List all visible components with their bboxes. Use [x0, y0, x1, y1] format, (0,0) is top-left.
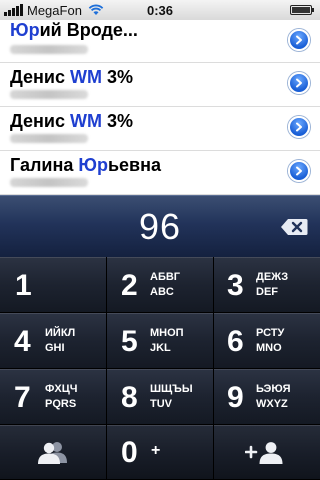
disclosure-arrow-icon[interactable] — [288, 160, 310, 182]
disclosure-arrow-icon[interactable] — [288, 116, 310, 138]
contact-results-list: Юрий Вроде... Денис WM 3% Денис WM 3% Га… — [0, 20, 320, 195]
key-3[interactable]: 3 ДЕЖЗ DEF — [214, 257, 320, 313]
key-1[interactable]: 1 — [0, 257, 107, 313]
contact-number-blurred — [10, 134, 88, 143]
matched-text: Юр — [10, 20, 40, 40]
disclosure-arrow-icon[interactable] — [288, 72, 310, 94]
key-digit: 8 — [121, 381, 138, 414]
key-digit: 3 — [227, 269, 244, 302]
key-letters-cyrillic: ИЙКЛ — [45, 327, 76, 339]
key-letters-latin: PQRS — [45, 398, 77, 410]
key-digit: 1 — [15, 269, 32, 302]
battery-icon — [290, 5, 314, 15]
key-8[interactable]: 8 ШЩЪЫ TUV — [107, 369, 214, 425]
key-4[interactable]: 4 ИЙКЛ GHI — [0, 313, 107, 369]
key-digit: 6 — [227, 325, 244, 358]
key-digit: 5 — [121, 325, 138, 358]
key-letters-cyrillic: АБВГ — [150, 271, 181, 283]
key-letters-latin: GHI — [45, 342, 65, 354]
matched-text: Юр — [78, 155, 108, 175]
key-digit: 9 — [227, 381, 244, 414]
key-0[interactable]: 0 + — [107, 425, 214, 480]
matched-text: WM — [70, 67, 102, 87]
key-letters-cyrillic: МНОП — [150, 327, 184, 339]
add-contact-icon — [245, 442, 283, 464]
contact-number-blurred — [10, 178, 88, 187]
contact-name: Денис WM 3% — [10, 67, 134, 87]
key-2[interactable]: 2 АБВГ ABC — [107, 257, 214, 313]
contacts-icon — [38, 442, 67, 464]
contacts-button[interactable] — [0, 425, 107, 480]
key-letters-cyrillic: ДЕЖЗ — [256, 271, 289, 283]
key-plus-sub: + — [151, 442, 161, 459]
contact-number-blurred — [10, 45, 88, 54]
key-letters-cyrillic: ФХЦЧ — [45, 383, 78, 395]
contact-name: Юрий Вроде... — [10, 20, 138, 40]
contact-name: Галина Юрьевна — [10, 155, 161, 175]
dial-keypad: 1 2 АБВГ ABC 3 ДЕЖЗ DEF 4 ИЙКЛ GHI 5 МНО… — [0, 257, 320, 480]
status-bar: MegaFon 0:36 — [0, 0, 320, 20]
key-letters-cyrillic: ШЩЪЫ — [150, 383, 193, 395]
dialed-number: 96 — [138, 206, 182, 247]
contact-name: Денис WM 3% — [10, 111, 134, 131]
contact-number-blurred — [10, 90, 88, 99]
key-letters-latin: DEF — [256, 286, 278, 298]
key-letters-latin: TUV — [150, 398, 172, 410]
add-contact-button[interactable] — [214, 425, 320, 480]
key-letters-cyrillic: РСТУ — [256, 327, 285, 339]
key-letters-latin: MNO — [256, 342, 282, 354]
key-letters-latin: ABC — [150, 286, 174, 298]
key-9[interactable]: 9 ЬЭЮЯ WXYZ — [214, 369, 320, 425]
backspace-icon[interactable] — [280, 218, 308, 236]
key-letters-latin: WXYZ — [256, 398, 288, 410]
key-digit: 2 — [121, 269, 138, 302]
key-7[interactable]: 7 ФХЦЧ PQRS — [0, 369, 107, 425]
disclosure-arrow-icon[interactable] — [288, 29, 310, 51]
key-digit: 4 — [14, 325, 31, 358]
contact-result-row[interactable]: Денис WM 3% — [0, 63, 320, 107]
dialed-number-display: 96 — [0, 195, 320, 257]
contact-result-row[interactable]: Галина Юрьевна — [0, 151, 320, 195]
key-digit: 7 — [14, 381, 31, 414]
key-digit: 0 — [121, 436, 138, 469]
key-5[interactable]: 5 МНОП JKL — [107, 313, 214, 369]
contact-result-row[interactable]: Денис WM 3% — [0, 107, 320, 151]
clock: 0:36 — [146, 2, 174, 18]
key-6[interactable]: 6 РСТУ MNO — [214, 313, 320, 369]
key-letters-latin: JKL — [150, 342, 171, 354]
matched-text: WM — [70, 111, 102, 131]
contact-result-row[interactable]: Юрий Вроде... — [0, 20, 320, 63]
key-letters-cyrillic: ЬЭЮЯ — [256, 383, 291, 395]
